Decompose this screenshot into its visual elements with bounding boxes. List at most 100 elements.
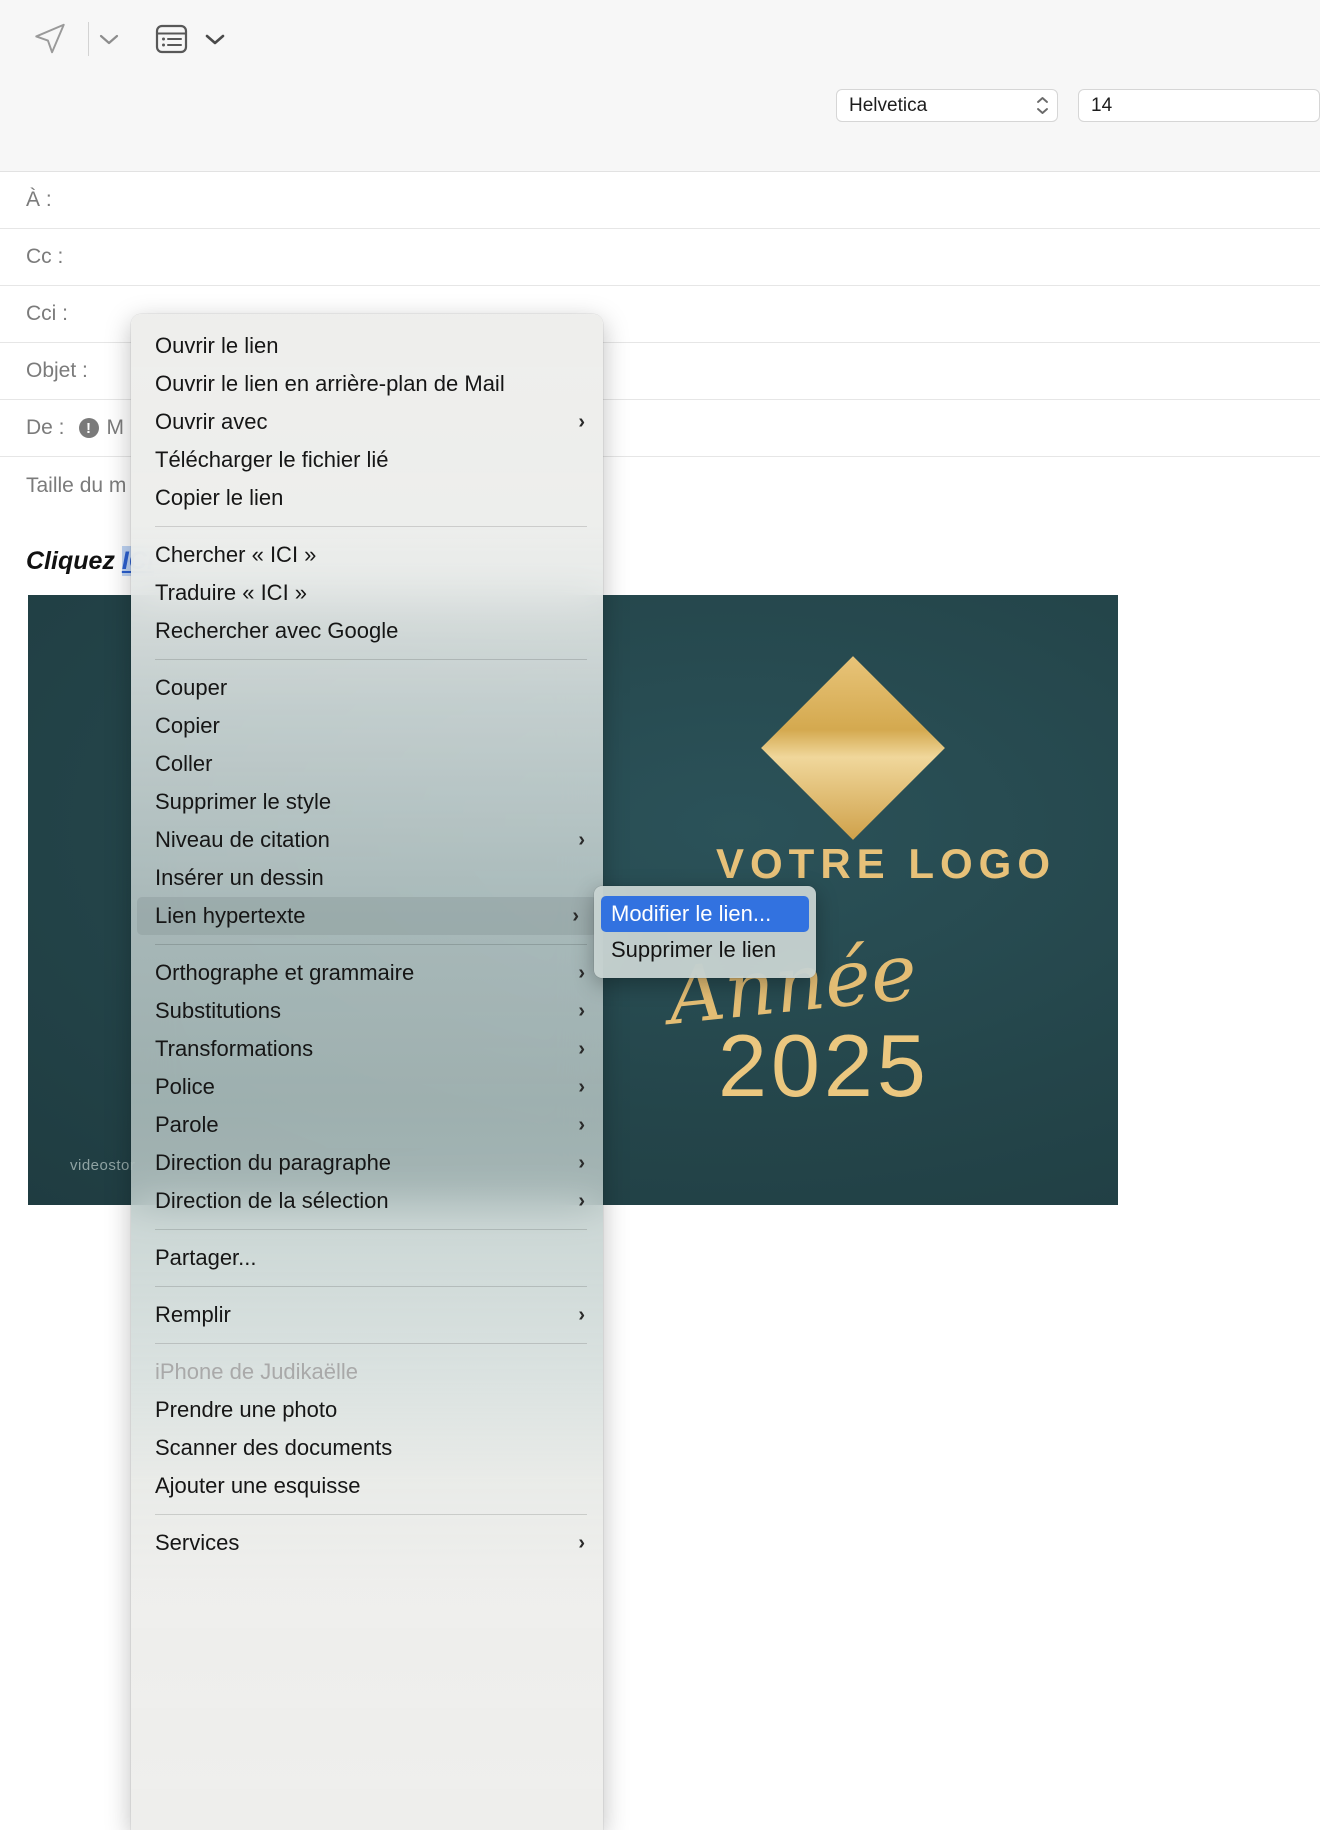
- menu-item-direction-de-la-s-lection[interactable]: Direction de la sélection ›: [131, 1182, 603, 1220]
- menu-item-label: Partager...: [155, 1245, 257, 1270]
- chevron-right-icon: ›: [578, 961, 585, 984]
- field-label-bcc: Cci :: [26, 302, 68, 325]
- submenu-item-modifier-le-lien[interactable]: Modifier le lien...: [601, 896, 809, 932]
- diamond-logo-icon: [761, 656, 945, 840]
- menu-item-parole[interactable]: Parole ›: [131, 1106, 603, 1144]
- chevron-right-icon: ›: [578, 1531, 585, 1554]
- warning-icon: !: [78, 418, 99, 438]
- menu-item-label: Scanner des documents: [155, 1435, 393, 1460]
- menu-item-ouvrir-avec[interactable]: Ouvrir avec ›: [131, 403, 603, 441]
- menu-item-prendre-une-photo[interactable]: Prendre une photo: [131, 1391, 603, 1429]
- menu-item-label: Prendre une photo: [155, 1397, 338, 1422]
- send-options-chevron-down-icon[interactable]: [89, 19, 129, 59]
- menu-item-ins-rer-un-dessin[interactable]: Insérer un dessin: [131, 859, 603, 897]
- submenu-item-supprimer-le-lien[interactable]: Supprimer le lien: [601, 932, 809, 968]
- mail-compose-window: Helvetica 14 À : Cc : Cci : Objet : De :…: [0, 0, 1320, 1830]
- menu-item-label: Insérer un dessin: [155, 865, 324, 890]
- font-family-value: Helvetica: [849, 94, 928, 116]
- menu-item-ajouter-une-esquisse[interactable]: Ajouter une esquisse: [131, 1467, 603, 1505]
- menu-item-label: Substitutions: [155, 998, 281, 1023]
- field-row-to[interactable]: À :: [0, 172, 1320, 229]
- submenu-item-label: Supprimer le lien: [611, 937, 777, 962]
- chevron-right-icon: ›: [578, 1303, 585, 1326]
- chevron-right-icon: ›: [578, 1075, 585, 1098]
- chevron-right-icon: ›: [578, 1037, 585, 1060]
- menu-item-label: Traduire « ICI »: [155, 580, 308, 605]
- menu-item-remplir[interactable]: Remplir ›: [131, 1296, 603, 1334]
- compose-toolbar: [0, 0, 1320, 77]
- submenu-item-label: Modifier le lien...: [611, 901, 772, 926]
- menu-item-ouvrir-le-lien[interactable]: Ouvrir le lien: [131, 327, 603, 365]
- field-label-to: À :: [26, 188, 52, 211]
- menu-separator: [155, 944, 587, 945]
- template-options-chevron-down-icon[interactable]: [195, 19, 235, 59]
- menu-separator: [155, 1229, 587, 1230]
- chevron-right-icon: ›: [572, 904, 579, 927]
- body-text-prefix: Cliquez: [26, 547, 122, 575]
- font-size-value: 14: [1091, 94, 1113, 116]
- menu-item-couper[interactable]: Couper: [131, 669, 603, 707]
- menu-item-label: Télécharger le fichier lié: [155, 447, 389, 472]
- stepper-up-down-icon[interactable]: [1036, 96, 1049, 115]
- context-menu[interactable]: Ouvrir le lien Ouvrir le lien en arrière-…: [131, 314, 603, 1830]
- menu-item-label: Direction du paragraphe: [155, 1150, 392, 1175]
- menu-item-label: Supprimer le style: [155, 789, 332, 814]
- menu-item-label: Lien hypertexte: [155, 903, 306, 928]
- menu-item-traduire-ici[interactable]: Traduire « ICI »: [131, 574, 603, 612]
- menu-separator: [155, 526, 587, 527]
- menu-item-label: Ajouter une esquisse: [155, 1473, 361, 1498]
- menu-separator: [155, 1343, 587, 1344]
- menu-item-label: Transformations: [155, 1036, 314, 1061]
- menu-item-police[interactable]: Police ›: [131, 1068, 603, 1106]
- menu-item-label: Chercher « ICI »: [155, 542, 317, 567]
- menu-item-label: Services: [155, 1530, 240, 1555]
- field-label-subject: Objet :: [26, 359, 88, 382]
- menu-item-label: Copier: [155, 713, 220, 738]
- menu-item-supprimer-le-style[interactable]: Supprimer le style: [131, 783, 603, 821]
- field-label-message-size: Taille du m: [26, 473, 127, 497]
- menu-item-scanner-des-documents[interactable]: Scanner des documents: [131, 1429, 603, 1467]
- menu-separator: [155, 1286, 587, 1287]
- menu-item-partager[interactable]: Partager...: [131, 1239, 603, 1277]
- menu-item-t-l-charger-le-fichier-li[interactable]: Télécharger le fichier lié: [131, 441, 603, 479]
- menu-item-coller[interactable]: Coller: [131, 745, 603, 783]
- menu-item-chercher-ici[interactable]: Chercher « ICI »: [131, 536, 603, 574]
- message-template-icon[interactable]: [151, 19, 191, 59]
- format-bar: Helvetica 14: [0, 77, 1320, 172]
- menu-item-lien-hypertexte[interactable]: Lien hypertexte ›: [137, 897, 597, 935]
- menu-item-label: Police: [155, 1074, 215, 1099]
- menu-item-label: Ouvrir avec: [155, 409, 268, 434]
- menu-item-services[interactable]: Services ›: [131, 1524, 603, 1562]
- menu-separator: [155, 659, 587, 660]
- banner-logo-text: VOTRE LOGO: [716, 840, 1057, 887]
- menu-item-direction-du-paragraphe[interactable]: Direction du paragraphe ›: [131, 1144, 603, 1182]
- chevron-right-icon: ›: [578, 1113, 585, 1136]
- menu-item-orthographe-et-grammaire[interactable]: Orthographe et grammaire ›: [131, 954, 603, 992]
- chevron-right-icon: ›: [578, 999, 585, 1022]
- chevron-right-icon: ›: [578, 410, 585, 433]
- menu-item-copier-le-lien[interactable]: Copier le lien: [131, 479, 603, 517]
- menu-item-label: Orthographe et grammaire: [155, 960, 415, 985]
- menu-item-label: Rechercher avec Google: [155, 618, 399, 643]
- send-paper-plane-icon[interactable]: [28, 19, 72, 59]
- menu-item-label: Parole: [155, 1112, 219, 1137]
- font-size-input[interactable]: 14: [1078, 89, 1320, 122]
- menu-item-ouvrir-le-lien-en-arri-re-plan-de-mail[interactable]: Ouvrir le lien en arrière-plan de Mail: [131, 365, 603, 403]
- menu-item-label: Coller: [155, 751, 213, 776]
- menu-item-label: Ouvrir le lien: [155, 333, 279, 358]
- menu-item-label: Niveau de citation: [155, 827, 330, 852]
- chevron-right-icon: ›: [578, 1151, 585, 1174]
- menu-separator: [155, 1514, 587, 1515]
- chevron-right-icon: ›: [578, 828, 585, 851]
- hyperlink-submenu[interactable]: Modifier le lien... Supprimer le lien: [594, 886, 816, 978]
- field-label-from: De :: [26, 416, 65, 439]
- menu-item-niveau-de-citation[interactable]: Niveau de citation ›: [131, 821, 603, 859]
- menu-item-transformations[interactable]: Transformations ›: [131, 1030, 603, 1068]
- font-family-select[interactable]: Helvetica: [836, 89, 1058, 122]
- menu-item-copier[interactable]: Copier: [131, 707, 603, 745]
- field-row-cc[interactable]: Cc :: [0, 229, 1320, 286]
- menu-item-rechercher-avec-google[interactable]: Rechercher avec Google: [131, 612, 603, 650]
- menu-item-substitutions[interactable]: Substitutions ›: [131, 992, 603, 1030]
- banner-year-text: 2025: [718, 1016, 930, 1115]
- field-label-cc: Cc :: [26, 245, 64, 268]
